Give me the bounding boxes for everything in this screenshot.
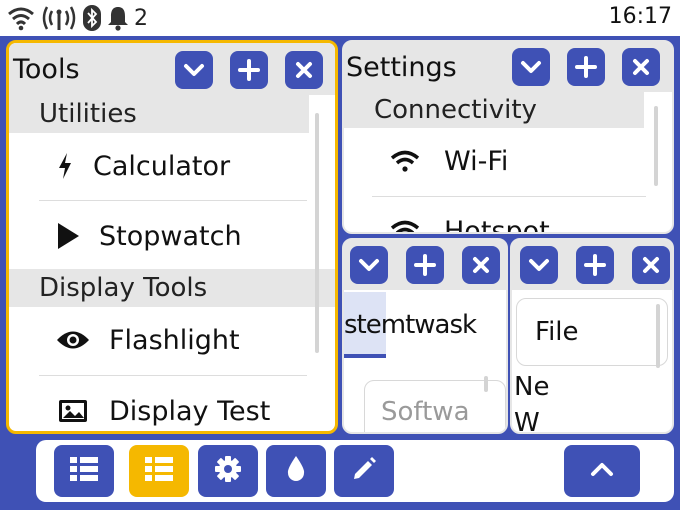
divider — [39, 200, 307, 201]
list-item-wifi[interactable]: Wi-Fi — [388, 138, 508, 184]
scrollbar[interactable] — [654, 106, 658, 186]
item-label: Wi-Fi — [444, 145, 509, 177]
new-window-button[interactable] — [406, 246, 444, 284]
text-area-line: W — [514, 408, 540, 434]
new-window-button[interactable] — [230, 51, 268, 89]
close-icon — [632, 58, 650, 76]
drop-icon — [286, 455, 306, 487]
bolt-icon — [53, 152, 77, 180]
plus-icon — [414, 254, 436, 276]
notification-count: 2 — [134, 5, 148, 31]
chevron-down-icon — [183, 63, 205, 77]
wifi-icon — [6, 5, 36, 31]
chevron-down-icon — [528, 258, 550, 272]
list-item-calculator[interactable]: Calculator — [53, 143, 230, 189]
taskbar — [36, 440, 674, 502]
scrollbar[interactable] — [656, 304, 660, 368]
new-window-button[interactable] — [567, 48, 605, 86]
section-header-connectivity: Connectivity — [344, 92, 644, 128]
list-icon — [69, 456, 99, 486]
taskbar-button-list-active[interactable] — [129, 445, 189, 497]
divider — [372, 196, 646, 197]
close-icon — [295, 61, 313, 79]
bell-icon — [106, 5, 130, 31]
status-icons: 2 — [6, 2, 148, 34]
play-icon — [53, 222, 83, 250]
tab-underline — [344, 354, 386, 358]
tab-label[interactable]: stemtwask — [344, 310, 477, 340]
close-icon — [642, 256, 660, 274]
item-label: Display Test — [109, 395, 271, 427]
wifi-icon — [388, 219, 422, 232]
collapse-button[interactable] — [512, 48, 550, 86]
tools-window: Tools Utilities Calculator Stopwatch Dis… — [6, 40, 338, 434]
close-window-button[interactable] — [632, 246, 670, 284]
list-icon — [144, 456, 174, 486]
taskbar-button-expand[interactable] — [564, 445, 640, 497]
scrollbar[interactable] — [484, 376, 488, 392]
taskbar-button-drop[interactable] — [266, 445, 326, 497]
text-field-value: File — [535, 317, 579, 347]
close-window-button[interactable] — [285, 51, 323, 89]
clock: 16:17 — [608, 4, 672, 29]
wifi-icon — [388, 149, 422, 173]
chevron-down-icon — [358, 258, 380, 272]
list-item-hotspot[interactable]: Hotspot — [388, 208, 550, 234]
chevron-down-icon — [520, 60, 542, 74]
signal-icon — [40, 4, 78, 32]
taskbar-button-list[interactable] — [54, 445, 114, 497]
list-item-stopwatch[interactable]: Stopwatch — [53, 213, 242, 259]
collapse-button[interactable] — [350, 246, 388, 284]
plus-icon — [575, 56, 597, 78]
close-icon — [472, 256, 490, 274]
text-area-line: Ne — [514, 372, 550, 402]
item-label: Calculator — [93, 150, 231, 182]
item-label: Hotspot — [444, 215, 550, 234]
plus-icon — [238, 59, 260, 81]
status-bar: 2 16:17 — [0, 0, 680, 36]
divider — [39, 375, 307, 376]
new-window-button[interactable] — [576, 246, 614, 284]
bluetooth-icon — [82, 4, 102, 32]
image-icon — [53, 399, 93, 423]
text-field[interactable]: File — [516, 298, 668, 366]
list-item-display-test[interactable]: Display Test — [53, 388, 271, 431]
close-window-button[interactable] — [622, 48, 660, 86]
pencil-icon — [351, 456, 377, 486]
chevron-up-icon — [590, 461, 614, 481]
section-header-display-tools: Display Tools — [9, 269, 335, 307]
collapse-button[interactable] — [175, 51, 213, 89]
section-header-utilities: Utilities — [9, 95, 309, 133]
plus-icon — [584, 254, 606, 276]
taskbar-button-settings[interactable] — [198, 445, 258, 497]
small-window-middle: stemtwask Softwa — [342, 238, 508, 434]
item-label: Stopwatch — [99, 220, 242, 252]
window-title: Tools — [13, 54, 80, 85]
eye-icon — [53, 329, 93, 351]
list-item-flashlight[interactable]: Flashlight — [53, 317, 240, 363]
text-field-placeholder: Softwa — [381, 397, 470, 427]
window-title: Settings — [346, 52, 457, 83]
close-window-button[interactable] — [462, 246, 500, 284]
collapse-button[interactable] — [520, 246, 558, 284]
scrollbar[interactable] — [315, 113, 319, 353]
taskbar-button-edit[interactable] — [334, 445, 394, 497]
gear-icon — [214, 455, 242, 487]
settings-window: Settings Connectivity Wi-Fi Hotspot — [342, 40, 674, 234]
small-window-right: File Ne W — [510, 238, 674, 434]
item-label: Flashlight — [109, 324, 240, 356]
